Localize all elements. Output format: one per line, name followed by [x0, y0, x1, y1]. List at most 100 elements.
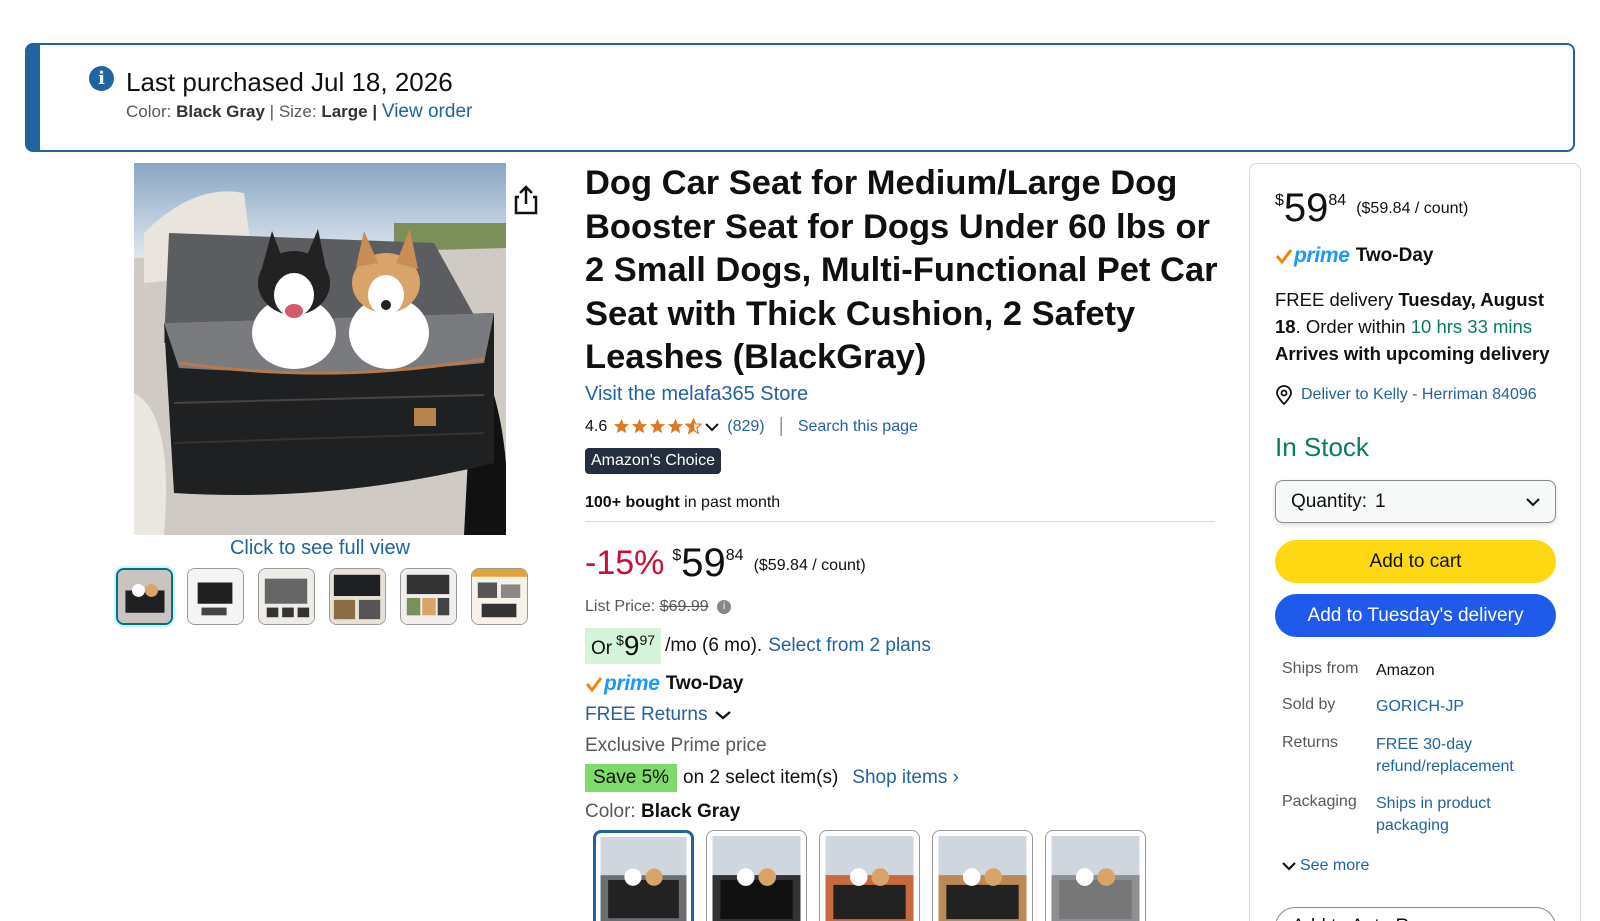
- delivery-upcoming: Arrives with upcoming delivery: [1275, 343, 1550, 364]
- chevron-down-icon: [1282, 862, 1296, 871]
- discount-percent: -15%: [585, 544, 665, 582]
- exclusive-prime-price: Exclusive Prime price: [585, 735, 767, 756]
- info-key: Packaging: [1282, 793, 1357, 810]
- add-to-auto-replenish-button[interactable]: Add to Auto Re...: [1275, 907, 1556, 921]
- sold-by-link[interactable]: GORICH-JP: [1376, 696, 1546, 734]
- main-product-image[interactable]: [134, 163, 506, 535]
- thumbnail[interactable]: [400, 568, 457, 625]
- price-whole: 59: [681, 541, 726, 585]
- delivery-message: FREE delivery Tuesday, August 18. Order …: [1275, 286, 1565, 367]
- chevron-down-icon: [715, 711, 732, 720]
- save-coupon-row: Save 5% on 2 select item(s) Shop items ›: [585, 764, 959, 792]
- save-description: on 2 select item(s): [683, 767, 839, 788]
- delivery-countdown: 10 hrs 33 mins: [1410, 316, 1533, 337]
- buybox-currency: $: [1275, 192, 1284, 209]
- monthly-whole: 9: [623, 630, 640, 661]
- buybox-price-fraction: 84: [1328, 192, 1347, 209]
- monthly-payment-row: Or $ 9 97 /mo (6 mo). Select from 2 plan…: [585, 628, 931, 664]
- thumbnail[interactable]: [471, 568, 528, 625]
- price-currency: $: [672, 547, 682, 564]
- share-icon[interactable]: [511, 184, 541, 216]
- color-swatches: [593, 830, 1146, 921]
- buybox-per-unit: ($59.84 / count): [1356, 200, 1469, 217]
- list-price: List Price: $69.99 i: [585, 598, 732, 616]
- info-row-ships-from: Ships from Amazon: [1282, 660, 1546, 696]
- full-view-link[interactable]: Click to see full view: [134, 537, 506, 560]
- banner-size-value: Large: [321, 102, 368, 121]
- see-more-label: See more: [1300, 857, 1370, 874]
- color-swatch-black-gray[interactable]: [593, 830, 694, 921]
- thumbnail[interactable]: [116, 568, 173, 625]
- banner-meta: Color: Black Gray | Size: Large | View o…: [126, 101, 473, 122]
- chevron-down-icon: [1526, 497, 1540, 506]
- color-swatch-brown[interactable]: [932, 830, 1033, 921]
- banner-color-value: Black Gray: [176, 102, 265, 121]
- add-to-cart-button[interactable]: Add to cart: [1275, 540, 1556, 583]
- buybox-price: $ 59 84 ($59.84 / count): [1275, 188, 1468, 228]
- buybox-price-whole: 59: [1283, 186, 1329, 230]
- banner-color-label: Color:: [126, 102, 172, 121]
- thumbnail[interactable]: [187, 568, 244, 625]
- bought-period: in past month: [684, 494, 781, 511]
- info-value: Amazon: [1376, 662, 1435, 679]
- star-rating-icon[interactable]: [613, 418, 703, 435]
- last-purchased-banner: i Last purchased Jul 18, 2026 Color: Bla…: [25, 43, 1575, 152]
- prime-check-icon: [1275, 249, 1293, 265]
- free-returns-label: FREE Returns: [585, 704, 708, 725]
- quantity-dropdown[interactable]: Quantity: 1: [1275, 480, 1556, 523]
- thumbnail[interactable]: [258, 568, 315, 625]
- see-more-link[interactable]: See more: [1282, 857, 1369, 875]
- info-tooltip-icon[interactable]: i: [717, 599, 732, 614]
- thumbnail-strip: [116, 568, 528, 625]
- deliver-to-link[interactable]: Deliver to Kelly - Herriman 84096: [1275, 385, 1537, 405]
- color-swatch-black[interactable]: [706, 830, 807, 921]
- thumbnail[interactable]: [329, 568, 386, 625]
- info-icon: i: [89, 66, 114, 91]
- monthly-or-label: Or: [591, 638, 613, 659]
- save-badge: Save 5%: [585, 764, 678, 792]
- select-plans-link[interactable]: Select from 2 plans: [768, 635, 931, 657]
- info-key: Sold by: [1282, 696, 1336, 713]
- monthly-currency: $: [616, 632, 624, 648]
- price-row: -15% $ 59 84 ($59.84 / count): [585, 543, 866, 583]
- deliver-to-label: Deliver to Kelly - Herriman 84096: [1301, 386, 1537, 403]
- search-this-page-link[interactable]: Search this page: [798, 418, 918, 436]
- color-swatch-orange[interactable]: [819, 830, 920, 921]
- view-order-link[interactable]: View order: [382, 101, 472, 122]
- amazons-choice-badge[interactable]: Amazon's Choice: [585, 448, 721, 474]
- store-link[interactable]: Visit the melafa365 Store: [585, 383, 808, 406]
- color-swatch-gray[interactable]: [1045, 830, 1146, 921]
- color-selector-label: Color: Black Gray: [585, 801, 740, 823]
- prime-speed: Two-Day: [1355, 245, 1434, 266]
- color-label: Color:: [585, 801, 636, 822]
- packaging-link[interactable]: Ships in product packaging: [1376, 793, 1546, 837]
- list-price-label: List Price:: [585, 598, 656, 615]
- delivery-order-within: . Order within: [1295, 316, 1406, 337]
- prime-two-day: prime Two-Day: [585, 672, 743, 696]
- color-selected: Black Gray: [640, 801, 741, 822]
- rating-row: 4.6 (829) | Search this page: [585, 415, 918, 438]
- price-fraction: 84: [725, 547, 744, 564]
- returns-link[interactable]: FREE 30-day refund/replacement: [1376, 734, 1546, 793]
- add-to-tuesday-delivery-button[interactable]: Add to Tuesday's delivery: [1275, 594, 1556, 637]
- price-per-unit: ($59.84 / count): [753, 557, 866, 574]
- review-count-link[interactable]: (829): [727, 418, 764, 436]
- info-row-sold-by: Sold by GORICH-JP: [1282, 696, 1546, 734]
- prime-speed: Two-Day: [665, 673, 744, 694]
- chevron-down-icon[interactable]: [705, 422, 719, 432]
- location-pin-icon: [1276, 385, 1292, 405]
- seller-info-table: Ships from Amazon Sold by GORICH-JP Retu…: [1282, 660, 1546, 837]
- free-returns-link[interactable]: FREE Returns: [585, 704, 732, 726]
- buybox-prime-two-day: prime Two-Day: [1275, 244, 1433, 268]
- stock-status: In Stock: [1275, 432, 1369, 462]
- bought-count: 100+ bought: [585, 494, 680, 511]
- info-row-returns: Returns FREE 30-day refund/replacement: [1282, 734, 1546, 793]
- shop-items-link[interactable]: Shop items ›: [852, 767, 959, 789]
- quantity-label: Quantity:: [1291, 490, 1368, 512]
- product-title: Dog Car Seat for Medium/Large Dog Booste…: [585, 164, 1218, 376]
- bought-in-past-month: 100+ bought in past month: [585, 494, 780, 512]
- monthly-price-box: Or $ 9 97: [585, 628, 662, 664]
- banner-size-label: Size:: [278, 102, 317, 121]
- list-price-value: $69.99: [659, 598, 709, 615]
- monthly-term: /mo (6 mo).: [665, 635, 763, 656]
